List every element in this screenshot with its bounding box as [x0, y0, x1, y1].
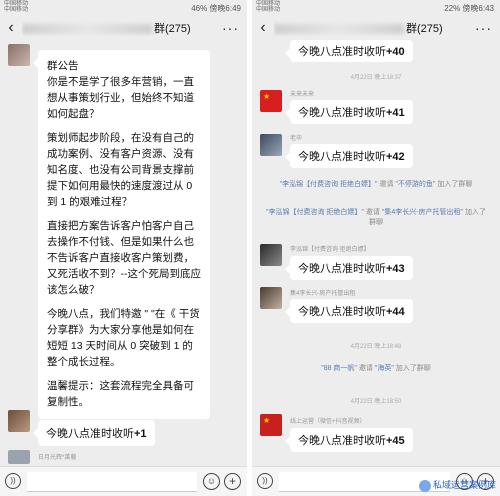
system-text: 加入了群聊	[395, 365, 431, 372]
message-text: 今晚八点准时收听	[298, 107, 386, 119]
avatar[interactable]	[8, 410, 30, 432]
status-bar: 中国移动 中国移动 22% 傍晚6:43	[252, 0, 500, 14]
message-text: 今晚八点准时收听	[298, 306, 386, 318]
message-bubble[interactable]: 今晚八点准时收听+41	[285, 100, 413, 124]
announcement-paragraph: 你是不是学了很多年营销，一直想从事策划行业，但始终不知道如何起盘？	[47, 76, 194, 120]
message-count: +43	[386, 263, 405, 275]
timestamp: 4月22日 晚上18:37	[350, 75, 402, 81]
message-bubble[interactable]: 今晚八点准时收听+42	[285, 144, 413, 168]
user-link[interactable]: "88 商一帆"	[321, 365, 357, 372]
timestamp: 4月22日 晚上18:48	[350, 344, 402, 350]
avatar[interactable]	[8, 450, 30, 464]
user-link[interactable]: "海英"	[375, 365, 394, 372]
sender-name: 日月光辉*莱菔	[38, 455, 77, 461]
message-input[interactable]	[27, 472, 197, 492]
status-right: 46% 傍晚6:49	[191, 4, 241, 13]
back-arrow-icon[interactable]: ‹	[252, 14, 274, 42]
avatar[interactable]	[8, 44, 30, 66]
back-arrow-icon[interactable]: ‹	[0, 14, 22, 42]
avatar[interactable]: ★	[260, 414, 282, 436]
sender-name: 线上运营（微信+抖音视频）	[290, 419, 366, 425]
message-text: 今晚八点准时收听	[298, 263, 386, 275]
sender-name: 未来未来	[290, 92, 315, 98]
status-right: 22% 傍晚6:43	[444, 4, 494, 13]
announcement-paragraph: 直接把方案告诉客户怕客户自己去操作不付钱、但是如果什么也不告诉客户直接收客户策划…	[47, 220, 201, 296]
user-link[interactable]: "集4李长兴-房产托管出租"	[382, 209, 463, 216]
sender-name: 集4李长兴-房产托管出租	[290, 291, 356, 297]
user-link[interactable]: "李泓锦【付费咨询 拒绝白嫖】"	[280, 181, 378, 188]
message-text: 今晚八点准时收听	[46, 428, 134, 440]
plus-icon[interactable]: +	[224, 473, 241, 490]
message-text: 今晚八点准时收听	[298, 46, 386, 58]
message-count: +45	[386, 435, 405, 447]
watermark: 私域运营案例库	[418, 478, 496, 492]
message-count: +41	[386, 107, 405, 119]
status-bar: 中国移动 中国移动 46% 傍晚6:49	[0, 0, 247, 14]
message-count: +1	[134, 428, 147, 440]
message-text: 今晚八点准时收听	[298, 151, 386, 163]
more-dots-icon[interactable]: ···	[222, 20, 239, 36]
timestamp: 4月22日 晚上18:50	[350, 399, 402, 405]
emoji-icon[interactable]: ☺	[203, 473, 220, 490]
sender-name: 李泓锦【付费咨询 拒绝白嫖】	[290, 247, 370, 253]
sender-name: 老毕	[290, 136, 303, 142]
avatar[interactable]: ★	[260, 90, 282, 112]
avatar[interactable]	[260, 244, 282, 266]
system-text: 邀请	[358, 365, 373, 372]
message-bubble[interactable]: 今晚八点准时收听+40	[285, 40, 413, 62]
announcement-heading: 群公告	[47, 60, 79, 72]
message-text: 今晚八点准时收听	[298, 435, 386, 447]
right-chat-screen: 中国移动 中国移动 22% 傍晚6:43 ‹ 群(275) ··· 今晚八点准时…	[252, 0, 500, 496]
input-bar: )) ☺ +	[0, 466, 247, 496]
message-bubble[interactable]: 今晚八点准时收听+1	[33, 420, 155, 446]
message-bubble[interactable]: 今晚八点准时收听+43	[285, 256, 413, 280]
system-text: 邀请	[365, 209, 380, 216]
system-message: "88 商一帆" 邀请 "海英" 加入了群聊	[266, 364, 486, 374]
user-link[interactable]: "不停游的鱼"	[395, 181, 435, 188]
announcement-paragraph: 策划师起步阶段，在没有自己的成功案例、没有客户资源、没有知名度、也没有公司背景支…	[47, 132, 194, 208]
announcement-bubble[interactable]: 群公告 你是不是学了很多年营销，一直想从事策划行业，但始终不知道如何起盘？ 策划…	[33, 50, 210, 419]
avatar[interactable]	[260, 134, 282, 156]
announcement-paragraph: 温馨提示：这套流程完全具备可复制性。	[47, 380, 194, 408]
watermark-logo-icon	[418, 480, 431, 492]
title-bar: ‹ 群(275) ···	[0, 14, 247, 42]
announcement-paragraph: 今晚八点，我们特邀 " "在《 干货分享群》为大家分享他是如何在短短 13 天时…	[47, 308, 200, 368]
chat-title: 群(275)	[22, 20, 191, 36]
message-count: +42	[386, 151, 405, 163]
message-count: +44	[386, 306, 405, 318]
title-bar: ‹ 群(275) ···	[252, 14, 500, 42]
avatar[interactable]	[260, 287, 282, 309]
message-count: +40	[386, 46, 405, 58]
voice-icon[interactable]: ))	[5, 473, 21, 489]
system-text: 加入了群聊	[437, 181, 473, 188]
watermark-text: 私域运营案例库	[432, 480, 496, 491]
voice-icon[interactable]: ))	[257, 473, 273, 489]
carrier-label-2: 中国移动	[256, 7, 281, 13]
message-bubble[interactable]: 今晚八点准时收听+45	[285, 428, 413, 452]
system-text: 邀请	[379, 181, 394, 188]
chat-title: 群(275)	[274, 20, 443, 36]
message-bubble[interactable]: 今晚八点准时收听+44	[285, 299, 413, 323]
user-link[interactable]: "李泓锦【付费咨询 拒绝白嫖】"	[266, 209, 364, 216]
system-message: "李泓锦【付费咨询 拒绝白嫖】" 邀请 "集4李长兴-房产托管出租" 加入了群聊	[266, 208, 486, 228]
more-dots-icon[interactable]: ···	[475, 20, 492, 36]
left-chat-screen: 中国移动 中国移动 46% 傍晚6:49 ‹ 群(275) ··· 群公告 你是…	[0, 0, 247, 496]
carrier-label-2: 中国移动	[4, 7, 29, 13]
system-message: "李泓锦【付费咨询 拒绝白嫖】" 邀请 "不停游的鱼" 加入了群聊	[266, 180, 486, 190]
